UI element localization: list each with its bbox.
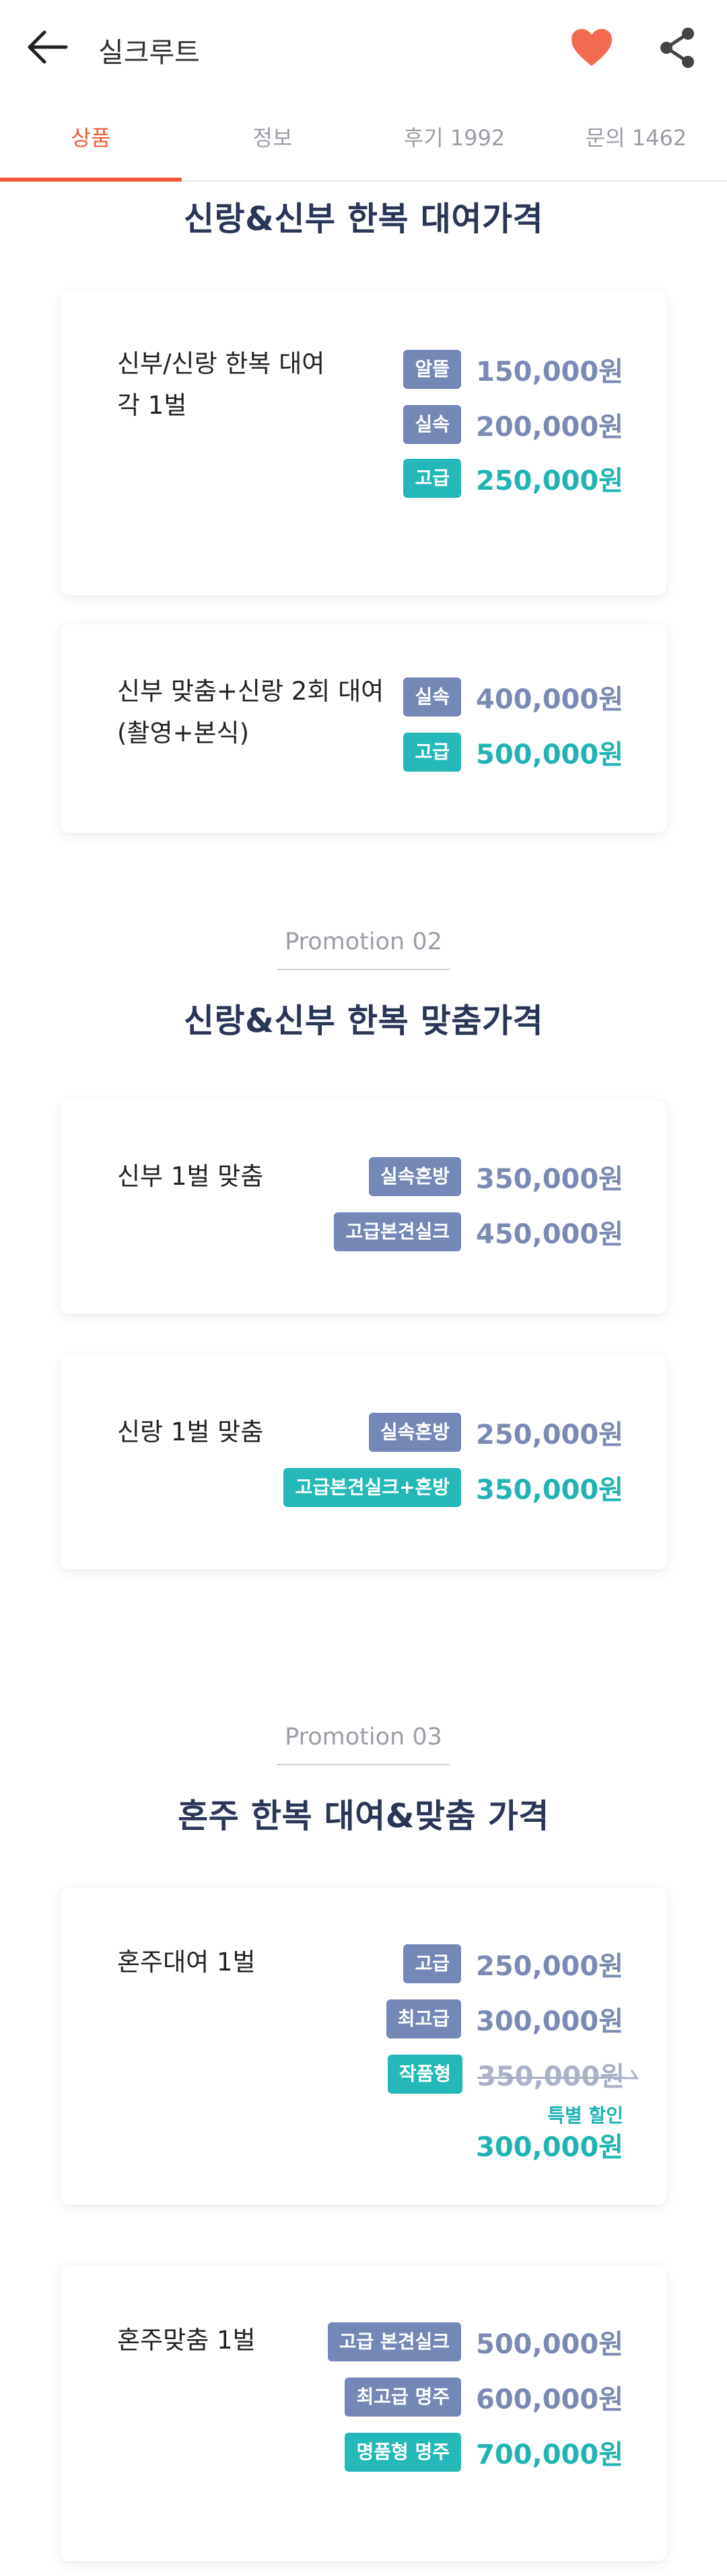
section-title-rental: 신랑&신부 한복 대여가격	[183, 200, 544, 238]
promotion-label: Promotion 02	[285, 928, 442, 955]
price-value: 200,000원	[476, 412, 623, 443]
price-row: 고급본견실크+혼방 350,000원	[283, 1467, 623, 1508]
fabric-badge: 실속혼방	[368, 1157, 461, 1196]
original-price-strikethrough: 350,000원	[477, 2061, 625, 2092]
price-value: 250,000원	[476, 1951, 623, 1982]
price-row: 실속혼방 350,000원	[368, 1156, 623, 1197]
share-icon[interactable]	[657, 26, 697, 70]
price-value: 350,000원	[476, 1475, 623, 1506]
fabric-badge: 고급본견실크+혼방	[283, 1468, 461, 1507]
tier-badge: 작품형	[387, 2055, 462, 2094]
discount-arrow-icon	[623, 2069, 639, 2080]
discount-price: 300,000원	[476, 2132, 623, 2163]
fabric-badge: 최고급 명주	[345, 2378, 461, 2417]
price-row: 고급 250,000원	[403, 458, 623, 499]
card-label-line: 신부/신랑 한복 대여	[117, 349, 325, 378]
tier-badge: 실속	[403, 677, 461, 716]
price-row: 고급 500,000원	[403, 732, 623, 772]
tier-badge: 알뜰	[403, 350, 461, 389]
price-row: 고급본견실크 450,000원	[334, 1212, 623, 1252]
tab-inquiries[interactable]: 문의 1462	[545, 94, 727, 182]
price-value: 500,000원	[476, 2329, 623, 2360]
price-value: 300,000원	[476, 2006, 623, 2037]
price-card: 신랑 1벌 맞춤 실속혼방 250,000원 고급본견실크+혼방 350,000…	[61, 1356, 666, 1570]
price-value: 500,000원	[476, 739, 623, 770]
tier-badge: 고급	[403, 1944, 461, 1983]
card-label-line: 신부 1벌 맞춤	[117, 1162, 264, 1191]
page-title: 실크루트	[98, 36, 200, 69]
tier-badge: 실속	[403, 405, 461, 444]
price-value: 450,000원	[476, 1219, 623, 1250]
fabric-badge: 실속혼방	[368, 1413, 461, 1452]
price-card: 혼주대여 1벌 고급 250,000원 최고급 300,000원 작품형 350…	[61, 1887, 666, 2205]
app-header: 실크루트	[0, 0, 727, 94]
price-value: 250,000원	[476, 466, 623, 496]
price-value: 400,000원	[476, 684, 623, 715]
tier-badge: 고급	[403, 733, 461, 772]
card-label-line: 혼주맞춤 1벌	[117, 2326, 256, 2355]
card-label-line: 혼주대여 1벌	[117, 1948, 256, 1977]
fabric-badge: 고급본견실크	[334, 1212, 461, 1251]
fabric-badge: 명품형 명주	[345, 2433, 461, 2472]
tier-badge: 최고급	[386, 1999, 461, 2038]
price-row: 고급 본견실크 500,000원	[327, 2322, 623, 2362]
price-row: 실속혼방 250,000원	[368, 1412, 623, 1452]
card-label-line: 각 1벌	[117, 391, 187, 420]
price-value: 600,000원	[476, 2384, 623, 2415]
price-card: 신부 맞춤+신랑 2회 대여 (촬영+본식) 실속 400,000원 고급 50…	[61, 624, 666, 833]
active-tab-indicator	[0, 178, 182, 182]
price-row: 작품형 350,000원	[387, 2054, 639, 2094]
price-card: 신부 1벌 맞춤 실속혼방 350,000원 고급본견실크 450,000원	[61, 1100, 666, 1314]
card-label-line: 신랑 1벌 맞춤	[117, 1418, 264, 1446]
card-label-line: (촬영+본식)	[117, 719, 250, 747]
price-value: 350,000원	[476, 1164, 623, 1195]
tab-info[interactable]: 정보	[182, 94, 364, 182]
section-title-parents: 혼주 한복 대여&맞춤 가격	[178, 1797, 549, 1835]
promotion-divider	[277, 1764, 450, 1765]
section-title-custom: 신랑&신부 한복 맞춤가격	[183, 1002, 544, 1040]
promotion-label: Promotion 03	[285, 1724, 442, 1751]
price-row: 명품형 명주 700,000원	[345, 2432, 623, 2472]
fabric-badge: 고급 본견실크	[327, 2322, 461, 2361]
price-row: 실속 400,000원	[403, 677, 623, 717]
promotion-divider	[277, 969, 450, 970]
price-row: 실속 200,000원	[403, 404, 623, 445]
price-value: 150,000원	[476, 357, 623, 388]
tab-bar: 상품 정보 후기 1992 문의 1462	[0, 94, 727, 182]
price-value: 700,000원	[476, 2439, 623, 2470]
favorite-heart-icon[interactable]	[569, 27, 614, 69]
tab-reviews[interactable]: 후기 1992	[364, 94, 545, 182]
card-label-line: 신부 맞춤+신랑 2회 대여	[117, 677, 384, 706]
tab-products[interactable]: 상품	[0, 94, 182, 182]
price-row: 고급 250,000원	[403, 1944, 623, 1984]
tier-badge: 고급	[403, 459, 461, 498]
price-card: 신부/신랑 한복 대여 각 1벌 알뜰 150,000원 실속 200,000원…	[61, 291, 666, 595]
price-value: 250,000원	[476, 1420, 623, 1450]
price-row: 최고급 300,000원	[386, 1999, 623, 2039]
price-row: 알뜰 150,000원	[403, 349, 623, 390]
back-arrow-icon[interactable]	[24, 27, 71, 67]
price-row: 최고급 명주 600,000원	[345, 2377, 623, 2417]
special-discount-label: 특별 할인	[547, 2104, 623, 2127]
price-card: 혼주맞춤 1벌 고급 본견실크 500,000원 최고급 명주 600,000원…	[61, 2265, 666, 2561]
